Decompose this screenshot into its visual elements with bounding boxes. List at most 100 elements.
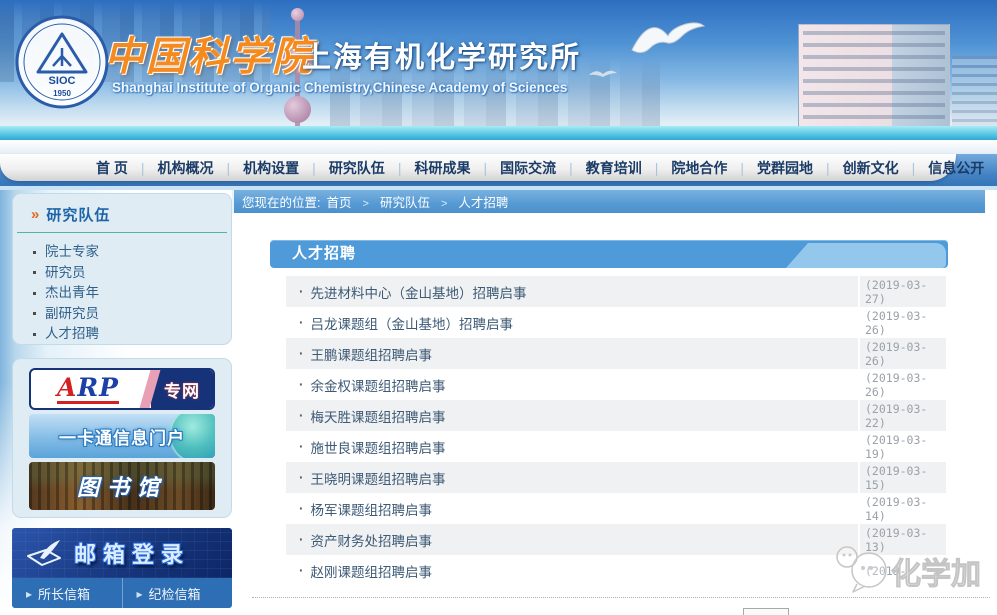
library-banner[interactable]: 图书馆 [29,462,215,510]
nav-item[interactable]: 首 页 [96,158,128,178]
pearl-tower-low-sphere [284,96,311,123]
arp-network-banner[interactable]: ARP 专网 [29,368,215,410]
sidebar-menu-list: 院士专家 研究员 杰出青年 副研究员 人才招聘 [13,233,231,345]
sidebar-panel-header: 研究队伍 [17,194,227,233]
bullet-icon [33,251,36,254]
nav-item[interactable]: 机构设置 [214,158,300,178]
recruitment-row: 余金权课题组招聘启事 (2019-03-26) [286,369,946,400]
arrow-right-icon [137,586,149,601]
nav-band: 首 页 机构概况 机构设置 研究队伍 科研成果 国际交流 教育培训 院地合作 党… [0,154,997,190]
recruitment-date: (2019-03-14) [858,493,946,524]
arp-cn-text: 专网 [164,377,200,402]
left-column: 研究队伍 院士专家 研究员 杰出青年 副研究员 人才招聘 ARP [0,190,232,615]
double-chevron-icon [31,206,39,224]
sidebar-banners-panel: ARP 专网 一卡通信息门户 图书馆 [12,358,232,518]
recruitment-link[interactable]: 余金权课题组招聘启事 [286,369,858,400]
recruitment-link[interactable]: 先进材料中心（金山基地）招聘启事 [286,276,858,307]
nav-item[interactable]: 国际交流 [470,158,556,178]
mail-login-banner[interactable]: 邮箱登录 [12,528,232,578]
recruitment-row: 资产财务处招聘启事 (2019-03-13) [286,524,946,555]
breadcrumb-item[interactable]: 首页 [326,192,351,211]
content-divider [252,597,990,598]
recruitment-date: (2019-03-15) [858,462,946,493]
recruitment-date: (2019-03-26) [858,369,946,400]
nav-item[interactable]: 科研成果 [385,158,471,178]
section-tab-decoration [786,243,946,268]
nav-item[interactable]: 创新文化 [813,158,899,178]
bullet-icon [33,333,36,336]
sidebar-menu-item[interactable]: 人才招聘 [33,324,231,345]
institute-subtitle-en: Shanghai Institute of Organic Chemistry,… [112,80,567,95]
recruitment-row: 王鹏课题组招聘启事 (2019-03-26) [286,338,946,369]
sioc-logo: SIOC 1950 [14,14,110,110]
mailbox-links-bar: 所长信箱 纪检信箱 [12,578,232,608]
mailbox-link[interactable]: 所长信箱 [12,578,122,608]
bullet-icon [33,271,36,274]
recruitment-row: 梅天胜课题组招聘启事 (2019-03-22) [286,400,946,431]
nav-item[interactable]: 党群园地 [727,158,813,178]
recruitment-date: (2019-03-13) [858,524,946,555]
recruitment-date: (2019-03-26) [858,338,946,369]
recruitment-link[interactable]: 杨军课题组招聘启事 [286,493,858,524]
cas-title: 中国科学院 [104,24,314,82]
bullet-icon [33,312,36,315]
sidebar-menu-item[interactable]: 杰出青年 [33,283,231,304]
recruitment-row: 赵刚课题组招聘启事 (2019- [286,555,946,586]
mailbox-link[interactable]: 纪检信箱 [122,578,233,608]
sidebar-menu-item[interactable]: 研究员 [33,263,231,284]
nav-item[interactable]: 信息公开 [899,158,985,178]
sidebar-menu-item[interactable]: 院士专家 [33,242,231,263]
seagull-icon [628,10,706,62]
sidebar-panel-title: 研究队伍 [46,204,110,225]
library-banner-text: 图书馆 [77,470,167,502]
pearl-tower-top-sphere [291,8,304,21]
bullet-icon [33,292,36,295]
recruitment-row: 施世良课题组招聘启事 (2019-03-19) [286,431,946,462]
nav-item[interactable]: 教育培训 [556,158,642,178]
recruitment-date: (2019- [858,555,946,586]
pagination-box[interactable] [743,608,789,615]
small-bird-icon [588,66,618,80]
recruitment-link[interactable]: 王鹏课题组招聘启事 [286,338,858,369]
sidebar-menu-item[interactable]: 副研究员 [33,304,231,325]
recruitment-row: 吕龙课题组（金山基地）招聘启事 (2019-03-26) [286,307,946,338]
recruitment-row: 杨军课题组招聘启事 (2019-03-14) [286,493,946,524]
quill-mail-icon [26,538,64,568]
main-navigation: 首 页 机构概况 机构设置 研究队伍 科研成果 国际交流 教育培训 院地合作 党… [0,154,956,181]
recruitment-row: 王晓明课题组招聘启事 (2019-03-15) [286,462,946,493]
recruitment-link[interactable]: 王晓明课题组招聘启事 [286,462,858,493]
section-title: 人才招聘 [292,240,356,268]
mail-banner-text: 邮箱登录 [74,537,190,569]
recruitment-date: (2019-03-27) [858,276,946,307]
sidebar-menu-panel: 研究队伍 院士专家 研究员 杰出青年 副研究员 人才招聘 [12,193,232,345]
breadcrumb-prefix: 您现在的位置: [242,192,320,211]
svg-text:1950: 1950 [53,89,71,98]
arp-logo-text: ARP [57,375,119,404]
nav-item[interactable]: 院地合作 [642,158,728,178]
svg-text:SIOC: SIOC [49,75,76,87]
onecard-banner-text: 一卡通信息门户 [59,424,185,449]
recruitment-link[interactable]: 资产财务处招聘启事 [286,524,858,555]
recruitment-link[interactable]: 施世良课题组招聘启事 [286,431,858,462]
nav-item[interactable]: 科学传播 [984,158,997,178]
onecard-portal-banner[interactable]: 一卡通信息门户 [29,414,215,458]
recruitment-link[interactable]: 吕龙课题组（金山基地）招聘启事 [286,307,858,338]
breadcrumb-item[interactable]: 研究队伍 [352,192,430,211]
arrow-right-icon [26,586,38,601]
recruitment-date: (2019-03-22) [858,400,946,431]
nav-item[interactable]: 机构概况 [128,158,214,178]
recruitment-date: (2019-03-19) [858,431,946,462]
header-cyan-strip [0,126,997,140]
header-white-strip [0,140,997,154]
recruitment-link[interactable]: 赵刚课题组招聘启事 [286,555,858,586]
recruitment-row: 先进材料中心（金山基地）招聘启事 (2019-03-27) [286,276,946,307]
breadcrumb: 您现在的位置: 首页 研究队伍 人才招聘 [232,190,985,213]
recruitment-list: 先进材料中心（金山基地）招聘启事 (2019-03-27) 吕龙课题组（金山基地… [286,276,946,586]
section-title-bar: 人才招聘 [270,240,948,268]
page-root: SIOC 1950 中国科学院 上海有机化学研究所 Shanghai Insti… [0,0,997,615]
nav-item[interactable]: 研究队伍 [299,158,385,178]
institute-title: 上海有机化学研究所 [302,34,581,76]
recruitment-link[interactable]: 梅天胜课题组招聘启事 [286,400,858,431]
breadcrumb-item[interactable]: 人才招聘 [430,192,508,211]
site-header: SIOC 1950 中国科学院 上海有机化学研究所 Shanghai Insti… [0,0,997,154]
